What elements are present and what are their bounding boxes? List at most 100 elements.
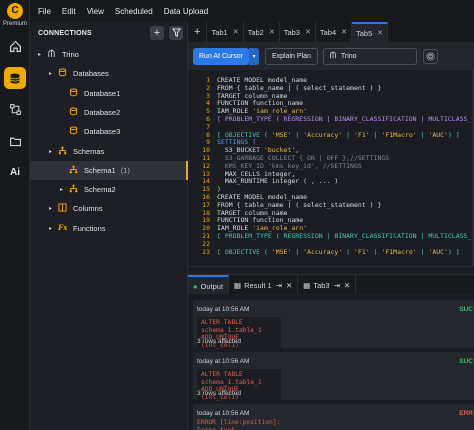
output-panel: today at 10:56 AM SUC ALTER TABLE schema… — [188, 294, 474, 430]
output-tabs: ● Output ▦ Result 1 ⇥ ✕ ▦ Tab3 ⇥ ✕ — [188, 274, 474, 295]
app-window: C Premium Ai File Edit View Scheduled Da… — [0, 0, 474, 430]
schema-icon — [68, 165, 84, 176]
tab-5[interactable]: Tab5 ✕ — [352, 22, 389, 42]
explain-plan-button[interactable]: Explain Plan — [264, 47, 318, 65]
new-tab-button[interactable]: + — [188, 22, 208, 42]
tree-item-database2[interactable]: Database2 — [30, 103, 188, 122]
filter-button[interactable] — [169, 26, 183, 40]
output-sql: ALTER TABLE schema_1.table_1 ADD UNIQUE … — [197, 369, 281, 404]
folder-icon[interactable] — [4, 130, 26, 152]
tree-item-label: Schema2 — [84, 185, 116, 195]
sql-editor[interactable]: 1 CREATE MODEL model_name 2 FROM { table_na… — [188, 70, 474, 266]
tab-output-3[interactable]: ▦ Tab3 ⇥ ✕ — [298, 275, 357, 295]
database-icon — [68, 126, 84, 137]
database-icon — [68, 107, 84, 118]
chevron-right-icon[interactable]: ▸ — [49, 205, 57, 212]
database-select[interactable]: Trino — [322, 47, 417, 65]
schema-icon — [57, 146, 73, 157]
close-icon[interactable]: ✕ — [286, 281, 292, 290]
tab-label: Result 1 — [244, 280, 272, 290]
function-icon: Fx — [57, 223, 73, 234]
status-badge: ERR — [459, 410, 473, 417]
tree-item-schemas[interactable]: ▸ Schemas — [30, 142, 188, 161]
menu-file[interactable]: File — [38, 7, 51, 16]
chevron-right-icon[interactable]: ▸ — [38, 51, 46, 58]
status-badge: SUC — [459, 306, 473, 313]
close-icon[interactable]: ✕ — [269, 28, 275, 36]
menu-data-upload[interactable]: Data Upload — [164, 7, 208, 16]
tab-result-1[interactable]: ▦ Result 1 ⇥ ✕ — [229, 275, 299, 295]
tab-3[interactable]: Tab3 ✕ — [280, 22, 316, 42]
output-timestamp: today at 10:56 AM — [197, 358, 250, 365]
tree-item-databases[interactable]: ▸ Databases — [30, 64, 188, 83]
rows-affected: 3 rows affected — [197, 338, 241, 345]
editor-tabs: + Tab1 ✕ Tab2 ✕ Tab3 ✕ Tab4 ✕ Tab5 ✕ — [188, 22, 474, 42]
premium-label: Premium — [2, 21, 27, 27]
tree-item-label: Functions — [73, 223, 106, 233]
pin-icon[interactable]: ⇥ — [276, 281, 282, 290]
ai-icon[interactable]: Ai — [4, 161, 26, 183]
tree-item-database3[interactable]: Database3 — [30, 122, 188, 141]
close-icon[interactable]: ✕ — [305, 28, 311, 36]
menu-view[interactable]: View — [87, 7, 104, 16]
add-connection-button[interactable]: + — [150, 26, 164, 40]
chevron-right-icon[interactable]: ▸ — [60, 186, 68, 193]
code-line[interactable]: [ OBJECTIVE ( 'MSE' | 'Accuracy' | 'F1' … — [217, 248, 460, 257]
code-line[interactable]: [ PROBLEM_TYPE ( REGRESSION | BINARY_CLA… — [217, 232, 474, 241]
server-icon — [46, 49, 62, 60]
panel-divider[interactable] — [188, 266, 474, 274]
tree-item-label: Columns — [73, 204, 103, 214]
chevron-down-icon[interactable]: ▾ — [248, 47, 259, 65]
tab-label: Output — [200, 281, 224, 291]
output-timestamp: today at 10:56 AM — [197, 306, 250, 313]
output-card: today at 10:56 AM SUC ALTER TABLE schema… — [193, 352, 474, 404]
line-number: 23 — [202, 247, 210, 256]
tab-1[interactable]: Tab1 ✕ — [207, 22, 244, 42]
chevron-right-icon[interactable]: ▸ — [49, 148, 57, 155]
grid-icon: ▦ — [303, 280, 311, 290]
status-badge: SUC — [459, 358, 473, 365]
menu-edit[interactable]: Edit — [62, 7, 76, 16]
tree-item-schema2[interactable]: ▸ Schema2 — [30, 180, 188, 199]
code-line[interactable]: [ PROBLEM_TYPE ( REGRESSION | BINARY_CLA… — [217, 115, 474, 124]
gear-icon[interactable] — [422, 48, 438, 64]
tree-item-count: (1) — [120, 165, 130, 175]
editor-toolbar: Run At Cursor ▾ Explain Plan Trino — [188, 42, 474, 70]
connections-panel: CONNECTIONS + ▸ Trino ▸ Databases Database1 D… — [30, 22, 188, 430]
tab-label: Tab2 — [247, 27, 264, 37]
workflow-icon[interactable] — [4, 98, 26, 120]
server-icon — [329, 51, 337, 61]
database-nav-icon[interactable] — [4, 67, 26, 89]
tree-item-label: Trino — [62, 50, 79, 59]
chevron-right-icon[interactable]: ▸ — [49, 70, 57, 77]
close-icon[interactable]: ✕ — [341, 28, 347, 36]
tree-item-label: Database2 — [84, 107, 121, 117]
rows-affected: 3 rows affected — [197, 390, 241, 397]
code-line[interactable]: MAX_RUNTIME integer ( , ... ) — [217, 177, 339, 186]
output-card: today at 10:56 AM ERR ERROR [line:positi… — [193, 404, 474, 430]
close-icon[interactable]: ✕ — [344, 281, 350, 290]
tab-label: Tab1 — [211, 27, 228, 37]
menu-scheduled[interactable]: Scheduled — [115, 7, 153, 16]
tab-output[interactable]: ● Output — [188, 275, 230, 295]
tree-item-label: Databases — [73, 69, 109, 79]
run-at-cursor-button[interactable]: Run At Cursor — [193, 47, 249, 65]
tab-label: Tab5 — [356, 28, 373, 38]
tree-item-label: Schema1 — [84, 165, 116, 175]
tab-2[interactable]: Tab2 ✕ — [244, 22, 280, 42]
grid-icon: ▦ — [234, 280, 242, 290]
home-icon[interactable] — [4, 35, 26, 57]
chevron-right-icon[interactable]: ▸ — [49, 225, 57, 232]
left-rail: C Premium Ai — [0, 0, 30, 430]
tree-item-functions[interactable]: ▸ Fx Functions — [30, 219, 188, 238]
tab-label: Tab4 — [319, 27, 337, 37]
tree-item-database1[interactable]: Database1 — [30, 84, 188, 103]
tree-item-columns[interactable]: ▸ Columns — [30, 199, 188, 218]
close-icon[interactable]: ✕ — [233, 28, 239, 36]
tree-item-trino[interactable]: ▸ Trino — [30, 45, 188, 64]
tree-item-schema1[interactable]: Schema1 (1) — [30, 160, 188, 180]
database-icon — [57, 68, 73, 79]
close-icon[interactable]: ✕ — [377, 29, 383, 37]
tab-4[interactable]: Tab4 ✕ — [316, 22, 352, 42]
pin-icon[interactable]: ⇥ — [334, 281, 340, 290]
